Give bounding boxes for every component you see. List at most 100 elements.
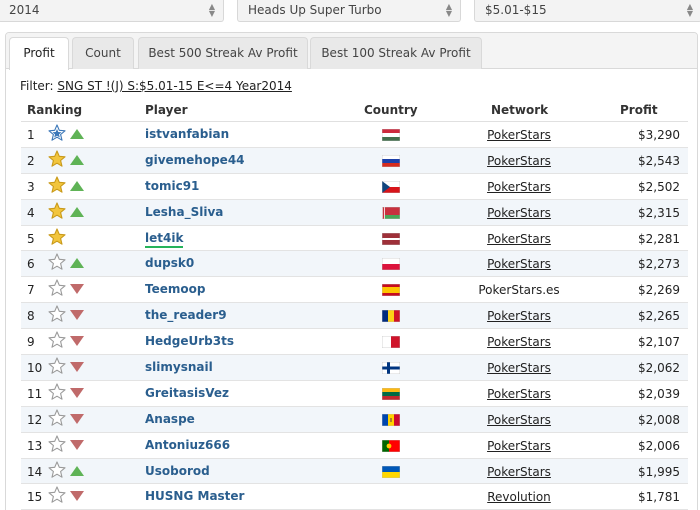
grey-star-icon	[48, 357, 66, 375]
trend-down-icon	[69, 283, 85, 295]
rank-number: 9	[27, 335, 35, 350]
trend-down-icon	[69, 413, 85, 425]
network-link[interactable]: PokerStars	[445, 180, 593, 194]
network-label: PokerStars.es	[478, 283, 560, 298]
trend-up-icon	[69, 206, 85, 218]
stake-select[interactable]: $5.01-$15 ▲ ▼	[474, 0, 700, 22]
player-name-link[interactable]: Teemoop	[145, 282, 205, 296]
player-name-link[interactable]: dupsk0	[145, 256, 194, 270]
network-link[interactable]: PokerStars	[445, 206, 593, 220]
tab-best-500-streak[interactable]: Best 500 Streak Av Profit	[138, 37, 308, 69]
profit-value: $2,006	[638, 438, 680, 453]
profit-value: $2,269	[638, 283, 680, 298]
year-select[interactable]: 2014 ▲ ▼	[0, 0, 224, 22]
rank-number: 6	[27, 257, 35, 272]
grey-star-icon	[48, 383, 66, 401]
player-name-link[interactable]: Lesha_Sliva	[145, 205, 223, 219]
rank-number: 7	[27, 283, 35, 298]
table-row: 8 the_reader9 PokerStars $2,265	[21, 303, 688, 330]
select-arrows-icon: ▲ ▼	[445, 2, 452, 18]
network-link[interactable]: PokerStars	[445, 361, 593, 375]
header-profit[interactable]: Profit	[620, 103, 658, 117]
filter-value-link[interactable]: SNG ST !(J) S:$5.01-15 E<=4 Year2014	[57, 79, 292, 93]
network-link[interactable]: PokerStars	[445, 257, 593, 271]
game-type-select[interactable]: Heads Up Super Turbo ▲ ▼	[237, 0, 461, 22]
grey-star-icon	[48, 486, 66, 504]
trend-down-icon	[69, 490, 85, 502]
player-name-link[interactable]: tomic91	[145, 179, 199, 193]
russia-flag-icon	[381, 154, 401, 168]
spain-flag-icon	[381, 284, 401, 297]
player-name-link[interactable]: istvanfabian	[145, 127, 229, 141]
gold-star-icon	[48, 228, 66, 246]
header-ranking[interactable]: Ranking	[27, 103, 82, 117]
filter-label: Filter:	[20, 79, 54, 93]
romania-flag-icon	[381, 309, 401, 323]
tab-best-100-streak[interactable]: Best 100 Streak Av Profit	[310, 37, 482, 69]
header-network[interactable]: Network	[491, 103, 548, 117]
filter-selects: 2014 ▲ ▼ Heads Up Super Turbo ▲ ▼ $5.01-$1…	[0, 0, 700, 22]
game-type-select-value: Heads Up Super Turbo	[248, 3, 382, 17]
network-link[interactable]: PokerStars	[445, 439, 593, 453]
header-player[interactable]: Player	[145, 103, 188, 117]
profit-value: $2,273	[638, 257, 680, 272]
grey-star-icon	[48, 461, 66, 479]
tab-count[interactable]: Count	[72, 37, 134, 69]
player-name-link[interactable]: Anaspe	[145, 412, 195, 426]
rank-number: 12	[27, 412, 43, 427]
trend-up-icon	[69, 465, 85, 477]
filter-line: Filter: SNG ST !(J) S:$5.01-15 E<=4 Year…	[20, 79, 292, 93]
latvia-flag-icon	[381, 232, 401, 245]
network-link[interactable]: PokerStars	[445, 387, 593, 401]
stake-select-value: $5.01-$15	[485, 3, 547, 17]
finland-flag-icon	[381, 361, 401, 375]
table-row: 1 istvanfabian PokerStars $3,290	[21, 122, 688, 148]
belarus-flag-icon	[381, 206, 401, 219]
network-link[interactable]: PokerStars	[445, 128, 593, 142]
rank-number: 1	[27, 128, 35, 142]
rank-number: 5	[27, 231, 35, 246]
grey-star-icon	[48, 305, 66, 323]
trend-down-icon	[69, 335, 85, 347]
player-name-link[interactable]: let4ik	[145, 231, 184, 248]
header-country[interactable]: Country	[364, 103, 418, 117]
ukraine-flag-icon	[381, 465, 401, 478]
profit-value: $1,781	[638, 490, 680, 505]
player-name-link[interactable]: slimysnail	[145, 360, 213, 374]
profit-value: $2,315	[638, 205, 680, 220]
profit-value: $2,281	[638, 231, 680, 246]
tab-profit[interactable]: Profit	[9, 37, 69, 70]
lithuania-flag-icon	[381, 387, 401, 401]
trend-up-icon	[69, 128, 85, 140]
player-name-link[interactable]: Antoniuz666	[145, 438, 230, 452]
gold-star-icon	[48, 150, 66, 168]
rank-number: 3	[27, 179, 35, 194]
table-row: 9 HedgeUrb3ts PokerStars $2,107	[21, 329, 688, 356]
profit-value: $2,107	[638, 335, 680, 350]
player-name-link[interactable]: the_reader9	[145, 308, 227, 322]
network-link[interactable]: Revolution	[445, 490, 593, 504]
table-row: 3 tomic91 PokerStars $2,502	[21, 174, 688, 200]
table-header: Ranking Player Country Network Profit	[21, 101, 688, 119]
table-row: 6 dupsk0 PokerStars $2,273	[21, 251, 688, 278]
profit-value: $3,290	[638, 128, 680, 142]
network-link[interactable]: PokerStars	[445, 465, 593, 479]
player-name-link[interactable]: HedgeUrb3ts	[145, 334, 234, 348]
network-link[interactable]: PokerStars	[445, 232, 593, 246]
rank-number: 15	[27, 490, 43, 505]
network-link[interactable]: PokerStars	[445, 309, 593, 323]
network-link[interactable]: PokerStars	[445, 335, 593, 349]
table-row: 5 let4ik PokerStars $2,281	[21, 226, 688, 252]
gold-star-icon	[48, 176, 66, 194]
table-row: 11 GreitasisVez PokerStars $2,039	[21, 381, 688, 407]
trend-down-icon	[69, 309, 85, 321]
player-name-link[interactable]: givemehope44	[145, 153, 245, 167]
network-link[interactable]: PokerStars	[445, 413, 593, 427]
player-name-link[interactable]: Usoborod	[145, 464, 210, 478]
player-name-link[interactable]: GreitasisVez	[145, 386, 229, 400]
poland-flag-icon	[381, 258, 401, 271]
player-name-link[interactable]: HUSNG Master	[145, 489, 244, 503]
profit-value: $2,039	[638, 386, 680, 401]
trend-up-icon	[69, 257, 85, 269]
network-link[interactable]: PokerStars	[445, 154, 593, 168]
